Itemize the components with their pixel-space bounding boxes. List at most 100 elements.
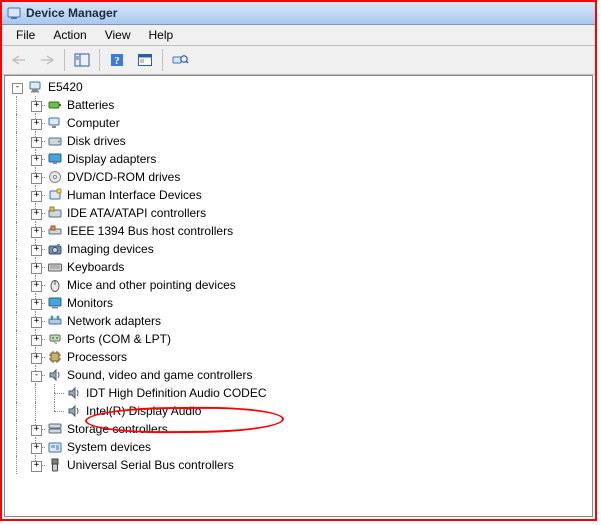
tree-category[interactable]: + IDE ATA/ATAPI controllers <box>7 204 590 222</box>
tree-category-label: Mice and other pointing devices <box>65 276 238 294</box>
tree-pane-icon <box>74 53 90 67</box>
tree-category-label: Imaging devices <box>65 240 156 258</box>
tree-category[interactable]: + Computer <box>7 114 590 132</box>
expand-toggle[interactable]: + <box>31 209 42 220</box>
tree-root[interactable]: -E5420 <box>7 78 590 96</box>
expand-toggle[interactable]: + <box>31 101 42 112</box>
collapse-toggle[interactable]: - <box>12 83 23 94</box>
tree-category[interactable]: + Ports (COM & LPT) <box>7 330 590 348</box>
expand-toggle[interactable]: - <box>31 371 42 382</box>
tree-category[interactable]: + System devices <box>7 438 590 456</box>
network-icon <box>46 313 64 329</box>
expand-toggle[interactable]: + <box>31 335 42 346</box>
tree-category[interactable]: + Monitors <box>7 294 590 312</box>
menu-file[interactable]: File <box>8 27 43 43</box>
keyboard-icon <box>46 259 64 275</box>
tree-category[interactable]: +Universal Serial Bus controllers <box>7 456 590 474</box>
svg-text:?: ? <box>114 55 120 67</box>
battery-icon <box>46 97 64 113</box>
tree-category-label: Disk drives <box>65 132 128 150</box>
tree-category[interactable]: +Keyboards <box>7 258 590 276</box>
menu-view-label: View <box>105 28 131 42</box>
tree-category[interactable]: - Sound, video and game controllers <box>7 366 590 384</box>
expand-toggle[interactable]: + <box>31 299 42 310</box>
tree-category-label: IDE ATA/ATAPI controllers <box>65 204 208 222</box>
menu-action[interactable]: Action <box>45 27 94 43</box>
scan-button[interactable] <box>167 48 193 72</box>
tree-category[interactable]: + Batteries <box>7 96 590 114</box>
tree-category-label: Human Interface Devices <box>65 186 204 204</box>
tree-category-label: Storage controllers <box>65 420 170 438</box>
toolbar-separator <box>64 49 65 71</box>
tree-category-label: Batteries <box>65 96 116 114</box>
hid-icon <box>46 187 64 203</box>
forward-button[interactable] <box>34 48 60 72</box>
tree-category[interactable]: +IEEE 1394 Bus host controllers <box>7 222 590 240</box>
title-bar: Device Manager <box>2 2 595 25</box>
tree-category-label: Sound, video and game controllers <box>65 366 254 384</box>
expand-toggle[interactable]: + <box>31 281 42 292</box>
properties-icon <box>137 53 153 67</box>
show-hide-button[interactable] <box>69 48 95 72</box>
tree-category[interactable]: + Display adapters <box>7 150 590 168</box>
expand-toggle[interactable]: + <box>31 425 42 436</box>
tree-category-label: Network adapters <box>65 312 163 330</box>
tree-category-label: System devices <box>65 438 153 456</box>
back-button[interactable] <box>6 48 32 72</box>
tree-category-label: Display adapters <box>65 150 158 168</box>
menu-file-label: File <box>16 28 35 42</box>
expand-toggle[interactable]: + <box>31 353 42 364</box>
menu-action-label: Action <box>53 28 86 42</box>
expand-toggle[interactable]: + <box>31 173 42 184</box>
menu-help-label: Help <box>149 28 174 42</box>
expand-toggle[interactable]: + <box>31 443 42 454</box>
expand-toggle[interactable]: + <box>31 317 42 328</box>
menu-help[interactable]: Help <box>141 27 182 43</box>
tree-category[interactable]: + Disk drives <box>7 132 590 150</box>
arrow-left-icon <box>11 54 27 66</box>
expand-toggle[interactable]: + <box>31 461 42 472</box>
sound-icon <box>65 385 83 401</box>
expand-toggle[interactable]: + <box>31 245 42 256</box>
computer-icon <box>46 115 64 131</box>
tree-category[interactable]: +Processors <box>7 348 590 366</box>
expand-toggle[interactable]: + <box>31 119 42 130</box>
arrow-right-icon <box>39 54 55 66</box>
help-button[interactable]: ? <box>104 48 130 72</box>
scan-hardware-icon <box>171 52 189 68</box>
tree-device[interactable]: Intel(R) Display Audio <box>7 402 590 420</box>
menu-bar: File Action View Help <box>2 25 595 46</box>
tree-category-label: DVD/CD-ROM drives <box>65 168 182 186</box>
tree-category[interactable]: + DVD/CD-ROM drives <box>7 168 590 186</box>
disk-icon <box>46 133 64 149</box>
tree-category[interactable]: + Imaging devices <box>7 240 590 258</box>
computer-root-icon <box>27 79 45 95</box>
sound-icon <box>46 367 64 383</box>
expand-toggle[interactable]: + <box>31 137 42 148</box>
tree-category-label: Computer <box>65 114 122 132</box>
storage-icon <box>46 421 64 437</box>
tree-device[interactable]: IDT High Definition Audio CODEC <box>7 384 590 402</box>
menu-view[interactable]: View <box>97 27 139 43</box>
tree-category[interactable]: + Network adapters <box>7 312 590 330</box>
ieee-icon <box>46 223 64 239</box>
tree-category[interactable]: + Storage controllers <box>7 420 590 438</box>
usb-icon <box>46 457 64 473</box>
app-icon <box>6 5 22 21</box>
expand-toggle[interactable]: + <box>31 227 42 238</box>
window-title: Device Manager <box>26 6 117 20</box>
sound-icon <box>65 403 83 419</box>
tree-category-label: Monitors <box>65 294 115 312</box>
mouse-icon <box>46 277 64 293</box>
tree-category[interactable]: + Human Interface Devices <box>7 186 590 204</box>
cpu-icon <box>46 349 64 365</box>
display-icon <box>46 151 64 167</box>
tree-category-label: Ports (COM & LPT) <box>65 330 173 348</box>
system-icon <box>46 439 64 455</box>
device-tree-pane[interactable]: -E5420 + Batteries + Computer + Disk drives + Di… <box>4 75 593 517</box>
properties-button[interactable] <box>132 48 158 72</box>
expand-toggle[interactable]: + <box>31 155 42 166</box>
expand-toggle[interactable]: + <box>31 263 42 274</box>
tree-category[interactable]: + Mice and other pointing devices <box>7 276 590 294</box>
expand-toggle[interactable]: + <box>31 191 42 202</box>
